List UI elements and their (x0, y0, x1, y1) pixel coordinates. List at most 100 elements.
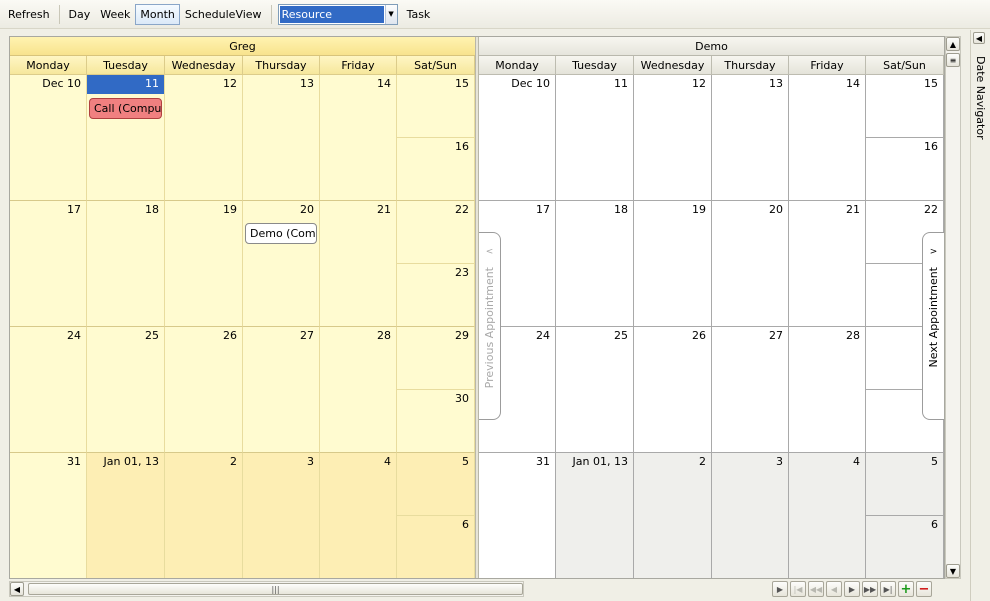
sunday-cell[interactable]: 16 (397, 138, 474, 201)
day-cell[interactable]: 2 (634, 453, 712, 578)
day-cell[interactable]: 28 (320, 327, 397, 453)
date-label: 25 (614, 329, 628, 342)
vertical-scrollbar[interactable]: ▲ ≡ ▼ (945, 36, 961, 579)
day-cell[interactable]: 15 16 (866, 75, 944, 201)
resource-header[interactable]: Demo (479, 37, 944, 56)
scroll-down-icon[interactable]: ▼ (946, 564, 960, 578)
day-cell[interactable]: 14 (320, 75, 397, 201)
expand-panel-icon[interactable]: ◀ (973, 32, 985, 44)
resource-header[interactable]: Greg (10, 37, 475, 56)
day-cell[interactable]: 13 (712, 75, 789, 201)
scroll-up-icon[interactable]: ▲ (946, 37, 960, 51)
sunday-cell[interactable]: 16 (866, 138, 943, 201)
day-cell[interactable]: 26 (165, 327, 243, 453)
schedule-view-button[interactable]: ScheduleView (180, 4, 267, 25)
day-cell[interactable]: 3 (712, 453, 789, 578)
previous-appointment-label: Previous Appointment (483, 267, 496, 389)
day-cell[interactable]: 20 Demo (Compu (243, 201, 320, 327)
week-row: 31 Jan 01, 13 2 3 4 5 6 (10, 453, 475, 578)
next-appointment-button[interactable]: > Next Appointment (922, 232, 944, 420)
sunday-cell[interactable]: 6 (866, 516, 943, 578)
horizontal-scrollbar[interactable]: ◀ ||| (9, 581, 524, 597)
day-cell[interactable]: 12 (165, 75, 243, 201)
day-cell[interactable]: 4 (789, 453, 866, 578)
sunday-cell[interactable]: 6 (397, 516, 474, 578)
group-by-select[interactable]: Resource ▼ (277, 3, 398, 25)
date-navigator-label: Date Navigator (974, 56, 987, 140)
day-cell[interactable]: 19 (634, 201, 712, 327)
appointment[interactable]: Call (Compum (89, 98, 162, 119)
day-cell[interactable]: 28 (789, 327, 866, 453)
day-cell[interactable]: 25 (87, 327, 165, 453)
saturday-cell[interactable]: 29 (397, 327, 474, 390)
day-cell[interactable]: 18 (556, 201, 634, 327)
remove-icon[interactable]: − (916, 581, 932, 597)
date-label: 26 (692, 329, 706, 342)
previous-icon[interactable]: ◀ (826, 581, 842, 597)
date-label: 17 (67, 203, 81, 216)
sunday-cell[interactable]: 30 (397, 390, 474, 453)
task-button[interactable]: Task (402, 4, 436, 25)
day-cell[interactable]: Jan 01, 13 (87, 453, 165, 578)
previous-appointment-button[interactable]: < Previous Appointment (479, 232, 501, 420)
first-icon[interactable]: |◀ (790, 581, 806, 597)
date-label: 2 (699, 455, 706, 468)
week-row: Dec 10 11 12 13 14 15 16 (479, 75, 944, 201)
previous-page-icon[interactable]: ◀◀ (808, 581, 824, 597)
week-view-button[interactable]: Week (95, 4, 135, 25)
day-cell[interactable]: 29 30 (397, 327, 475, 453)
date-label: 18 (614, 203, 628, 216)
day-cell[interactable]: 11 (556, 75, 634, 201)
day-cell[interactable]: 17 (10, 201, 87, 327)
day-cell[interactable]: 3 (243, 453, 320, 578)
day-cell[interactable]: Dec 10 (479, 75, 556, 201)
saturday-cell[interactable]: 5 (866, 453, 943, 516)
day-cell[interactable]: Dec 10 (10, 75, 87, 201)
saturday-cell[interactable]: 15 (397, 75, 474, 138)
day-cell[interactable]: 19 (165, 201, 243, 327)
refresh-button[interactable]: Refresh (3, 4, 55, 25)
date-navigator-panel[interactable]: ◀ Date Navigator (970, 30, 990, 601)
day-cell[interactable]: 21 (789, 201, 866, 327)
day-cell[interactable]: 27 (712, 327, 789, 453)
day-header: Friday (789, 56, 866, 75)
scroll-thumb[interactable]: ||| (28, 583, 523, 595)
day-cell[interactable]: 31 (10, 453, 87, 578)
sunday-cell[interactable]: 23 (397, 264, 474, 327)
day-cell[interactable]: 13 (243, 75, 320, 201)
day-cell[interactable]: 25 (556, 327, 634, 453)
day-cell[interactable]: 18 (87, 201, 165, 327)
add-icon[interactable]: + (898, 581, 914, 597)
saturday-cell[interactable]: 15 (866, 75, 943, 138)
day-cell[interactable]: 26 (634, 327, 712, 453)
scroll-thumb[interactable]: ≡ (946, 53, 960, 67)
day-cell[interactable]: 22 23 (397, 201, 475, 327)
scroll-right-icon[interactable]: ▶ (772, 581, 788, 597)
month-view-button[interactable]: Month (135, 3, 180, 25)
day-cell[interactable]: 56 (397, 453, 475, 578)
next-page-icon[interactable]: ▶▶ (862, 581, 878, 597)
next-icon[interactable]: ▶ (844, 581, 860, 597)
day-cell[interactable]: 20 (712, 201, 789, 327)
saturday-cell[interactable]: 22 (397, 201, 474, 264)
day-header: Monday (479, 56, 556, 75)
day-cell[interactable]: 56 (866, 453, 944, 578)
day-cell[interactable]: 31 (479, 453, 556, 578)
scroll-left-icon[interactable]: ◀ (10, 582, 24, 596)
day-cell[interactable]: 15 16 (397, 75, 475, 201)
day-cell[interactable]: 12 (634, 75, 712, 201)
appointment[interactable]: Demo (Compu (245, 223, 317, 244)
date-label: 31 (67, 455, 81, 468)
day-cell[interactable]: Jan 01, 13 (556, 453, 634, 578)
day-cell[interactable]: 14 (789, 75, 866, 201)
last-icon[interactable]: ▶| (880, 581, 896, 597)
day-cell[interactable]: 27 (243, 327, 320, 453)
day-cell[interactable]: 2 (165, 453, 243, 578)
day-cell[interactable]: 21 (320, 201, 397, 327)
day-cell[interactable]: 4 (320, 453, 397, 578)
day-cell[interactable]: 24 (10, 327, 87, 453)
day-cell[interactable]: 11 Call (Compum (87, 75, 165, 201)
day-view-button[interactable]: Day (64, 4, 96, 25)
dropdown-arrow-icon[interactable]: ▼ (384, 4, 397, 24)
saturday-cell[interactable]: 5 (397, 453, 474, 516)
